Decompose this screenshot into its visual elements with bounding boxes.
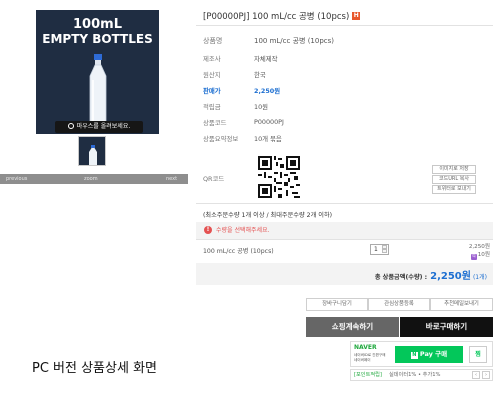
selected-item-price: 2,250원: [468, 244, 490, 250]
option-warning-text: 수량을 선택해주세요.: [216, 227, 270, 234]
magnifier-icon: [67, 123, 74, 129]
divider: [196, 203, 493, 204]
thumbnail-bottle-icon: [89, 145, 97, 165]
naver-desc-line2: 네이버페이: [354, 357, 371, 362]
selected-item-name: 100 mL/cc 공병 (10pcs): [203, 248, 274, 255]
naver-pay-description: 네이버ID로 간편구매 네이버페이: [354, 353, 385, 362]
info-value-points: 10원: [254, 103, 269, 111]
promo-prev-icon[interactable]: ‹: [472, 371, 480, 379]
copy-url-button[interactable]: 코드URL 복사: [432, 175, 476, 184]
naver-pay-button[interactable]: N Pay 구매: [395, 346, 463, 363]
add-to-wishlist-button[interactable]: 관심상품등록: [368, 298, 430, 311]
info-label-code: 상품코드: [203, 119, 227, 127]
image-navigation-bar: previous zoom next: [0, 174, 188, 184]
recommend-mail-button[interactable]: 추천메일보내기: [430, 298, 493, 311]
zoom-hint-text: 마우스를 올려보세요.: [76, 123, 131, 130]
promo-next-icon[interactable]: ›: [482, 371, 490, 379]
info-label-origin: 원산지: [203, 71, 221, 79]
hero-text-title: EMPTY BOTTLES: [42, 32, 153, 46]
zoom-hint-bar: 마우스를 올려보세요.: [55, 121, 143, 133]
total-count: (1개): [472, 274, 487, 281]
product-title: [P00000PJ] 100 mL/cc 공병 (10pcs) H: [203, 10, 361, 22]
twitter-share-button[interactable]: 트위터로 보내기: [432, 185, 476, 194]
total-label: 총 상품금액(수량) :: [374, 274, 428, 281]
quantity-down-icon[interactable]: [382, 249, 387, 253]
save-image-button[interactable]: 이미지로 저장: [432, 165, 476, 174]
total-price-row: 총 상품금액(수량) :2,250원 (1개): [196, 263, 493, 285]
naver-pay-box: NAVER 네이버ID로 간편구매 네이버페이 N Pay 구매 찜: [350, 341, 493, 367]
product-main-image[interactable]: 100mL EMPTY BOTTLES: [36, 10, 159, 134]
promo-text: 실데이터1% • 추가1%: [389, 372, 441, 378]
naver-pay-label: Pay 구매: [419, 350, 448, 358]
info-label-price: 판매가: [203, 87, 221, 95]
points-badge-icon: 적: [470, 254, 477, 260]
points-promo-bar: [포인트적립] 실데이터1% • 추가1% ‹ ›: [350, 369, 493, 381]
product-title-text: [P00000PJ] 100 mL/cc 공병 (10pcs): [203, 12, 350, 22]
bottle-illustration: [89, 54, 107, 129]
naver-n-icon: N: [410, 352, 418, 359]
naver-wish-button[interactable]: 찜: [469, 346, 487, 363]
selected-item-points-value: 10원: [477, 252, 490, 258]
buy-now-button[interactable]: 바로구매하기: [400, 317, 493, 337]
image-zoom-button[interactable]: zoom: [84, 174, 98, 184]
product-thumbnail[interactable]: [78, 136, 106, 166]
order-limit-text: (최소주문수량 1개 이상 / 최대주문수량 2개 이하): [203, 212, 333, 219]
info-value-origin: 한국: [254, 71, 266, 79]
info-label-points: 적립금: [203, 103, 221, 111]
option-warning-box: ! 수량을 선택해주세요.: [196, 222, 493, 239]
qr-label: QR코드: [203, 175, 225, 183]
info-value-name: 100 mL/cc 공병 (10pcs): [254, 37, 334, 45]
hot-badge: H: [352, 12, 361, 20]
qr-code-image: [258, 156, 300, 198]
info-value-maker: 자체제작: [254, 55, 278, 63]
naver-desc-line1: 네이버ID로 간편구매: [354, 353, 386, 357]
info-label-summary: 상품요약정보: [203, 135, 239, 143]
info-label-maker: 제조사: [203, 55, 221, 63]
total-amount: 2,250원: [430, 271, 471, 282]
naver-logo: NAVER: [354, 344, 377, 351]
image-prev-button[interactable]: previous: [6, 174, 27, 184]
info-value-code: P00000PJ: [254, 118, 284, 126]
warning-icon: !: [204, 226, 212, 234]
add-to-cart-button[interactable]: 장바구니담기: [306, 298, 368, 311]
quantity-value: 1: [374, 246, 378, 253]
info-label-name: 상품명: [203, 37, 223, 45]
continue-shopping-button[interactable]: 쇼핑계속하기: [306, 317, 399, 337]
screen-caption: PC 버전 상품상세 화면: [32, 361, 157, 376]
image-next-button[interactable]: next: [166, 174, 177, 184]
divider: [196, 239, 493, 240]
hero-text-capacity: 100mL: [73, 17, 122, 32]
selected-item-points: 적 10원: [440, 250, 490, 260]
info-value-price: 2,250원: [254, 87, 281, 95]
divider: [196, 25, 493, 26]
quantity-stepper[interactable]: 1: [370, 244, 389, 255]
info-value-summary: 10개 묶음: [254, 135, 282, 143]
promo-tag: [포인트적립]: [354, 372, 382, 378]
